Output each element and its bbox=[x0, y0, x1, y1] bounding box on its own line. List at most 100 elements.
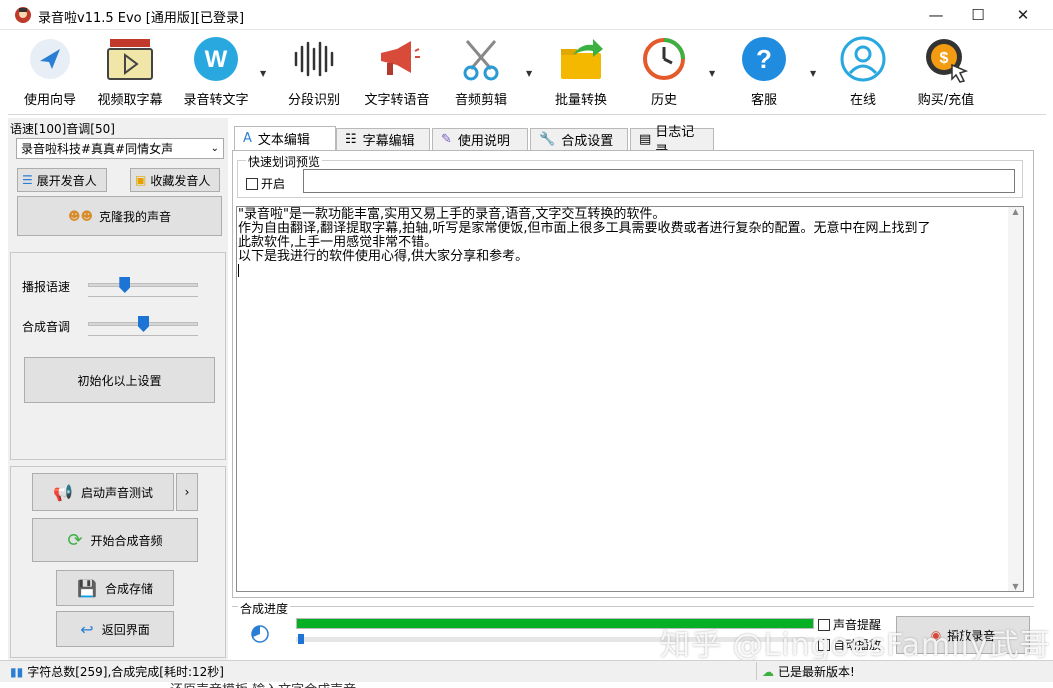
pitch-slider[interactable] bbox=[82, 313, 206, 339]
text-edit-icon: A bbox=[243, 131, 252, 146]
toolbar-audio-editing-button[interactable]: 音频剪辑 bbox=[439, 35, 523, 111]
toolbar-purchase-button[interactable]: $ 购买/充值 bbox=[904, 35, 988, 111]
enable-checkbox[interactable]: 开启 bbox=[246, 175, 285, 192]
clone-voice-button[interactable]: ☻☻ 克隆我的声音 bbox=[17, 196, 222, 236]
quick-preview-input[interactable] bbox=[303, 169, 1015, 193]
tab-subtitle-edit[interactable]: ☷ 字幕编辑 bbox=[336, 128, 430, 150]
toolbar-guide-label: 使用向导 bbox=[23, 93, 76, 108]
tab-text-edit-label: 文本编辑 bbox=[257, 133, 310, 148]
list-icon: ☷ bbox=[345, 132, 357, 147]
toolbar-batch-convert-label: 批量转换 bbox=[554, 93, 607, 108]
editor-scrollbar[interactable]: ▲ ▼ bbox=[1008, 207, 1023, 591]
toolbar-online-label: 在线 bbox=[849, 93, 876, 108]
w-logo-icon: W bbox=[192, 35, 240, 83]
save-disk-icon: 💾 bbox=[77, 578, 97, 598]
document-edit-icon: ✎ bbox=[441, 132, 452, 147]
tab-usage-guide-label: 使用说明 bbox=[457, 134, 510, 149]
editor-line: 此款软件,上手一用感觉非常不错。 bbox=[238, 235, 438, 250]
scroll-up-icon[interactable]: ▲ bbox=[1008, 207, 1023, 216]
playback-seek-thumb[interactable] bbox=[298, 634, 304, 644]
toolbar-history-label: 历史 bbox=[650, 93, 677, 108]
toolbar-segment-recognition-button[interactable]: 分段识别 bbox=[272, 35, 356, 111]
speed-slider-thumb[interactable] bbox=[119, 277, 131, 293]
synth-pitch-label: 合成音调 bbox=[22, 320, 71, 334]
expand-voices-button[interactable]: ☰ 展开发音人 bbox=[17, 168, 107, 192]
return-ui-button[interactable]: ↩ 返回界面 bbox=[56, 611, 174, 647]
favorite-voices-button[interactable]: ▣ 收藏发音人 bbox=[130, 168, 220, 192]
svg-text:?: ? bbox=[756, 44, 772, 74]
user-online-icon bbox=[839, 35, 887, 83]
toolbar-history-button[interactable]: 历史 bbox=[622, 35, 706, 111]
cloud-check-icon: ☁ bbox=[762, 664, 774, 679]
voice-test-more-button[interactable]: › bbox=[176, 473, 198, 511]
quick-preview-label: 快速划词预览 bbox=[246, 153, 323, 170]
svg-text:$: $ bbox=[940, 50, 949, 67]
editor-line: 以下是我进行的软件使用心得,供大家分享和参考。 bbox=[238, 249, 529, 264]
speed-slider[interactable] bbox=[82, 274, 206, 300]
voice-select-value: 录音啦科技#真真#同情女声 bbox=[21, 142, 174, 156]
support-dropdown-icon[interactable]: ▼ bbox=[810, 69, 816, 78]
window-title: 录音啦v11.5 Evo [通用版][已登录] bbox=[38, 11, 245, 26]
maximize-button[interactable]: ☐ bbox=[955, 0, 1001, 30]
help-question-icon: ? bbox=[740, 35, 788, 83]
toolbar-audio-to-text-label: 录音转文字 bbox=[183, 93, 249, 108]
history-clock-icon bbox=[640, 35, 688, 83]
toolbar-audio-editing-label: 音频剪辑 bbox=[454, 93, 507, 108]
status-char-count: 字符总数[259],合成完成[耗时:12秒] bbox=[27, 665, 224, 679]
scroll-down-icon[interactable]: ▼ bbox=[1008, 582, 1023, 591]
toolbar-online-button[interactable]: 在线 bbox=[821, 35, 905, 111]
app-logo-icon bbox=[14, 6, 32, 24]
chevron-down-icon: ⌄ bbox=[210, 143, 219, 154]
zhihu-watermark: 知乎 @LingoesFamily武哥 bbox=[660, 628, 1051, 663]
history-dropdown-icon[interactable]: ▼ bbox=[709, 69, 715, 78]
scissors-icon bbox=[457, 35, 505, 83]
status-left: ▮▮ 字符总数[259],合成完成[耗时:12秒] bbox=[10, 663, 224, 680]
list-icon: ☰ bbox=[22, 173, 33, 187]
bar-chart-icon: ▮▮ bbox=[10, 664, 24, 679]
pie-progress-icon bbox=[250, 624, 270, 647]
clone-voice-label: 克隆我的声音 bbox=[99, 209, 172, 224]
save-synthesis-button[interactable]: 💾 合成存储 bbox=[56, 570, 174, 606]
editor-content[interactable]: "录音啦"是一款功能丰富,实用又易上手的录音,语音,文字交互转换的软件。 作为自… bbox=[238, 208, 1006, 277]
start-voice-test-button[interactable]: 📢 启动声音测试 bbox=[32, 473, 174, 511]
megaphone-icon bbox=[373, 35, 421, 83]
voice-select[interactable]: 录音啦科技#真真#同情女声 ⌄ bbox=[16, 138, 224, 159]
tab-log[interactable]: ▤ 日志记录 bbox=[630, 125, 714, 159]
status-version: 已是最新版本! bbox=[778, 665, 855, 679]
editor-line: "录音啦"是一款功能丰富,实用又易上手的录音,语音,文字交互转换的软件。 bbox=[238, 207, 666, 222]
return-ui-label: 返回界面 bbox=[101, 622, 150, 637]
toolbar-guide-button[interactable]: 使用向导 bbox=[8, 35, 92, 111]
tab-text-edit[interactable]: A 文本编辑 bbox=[234, 126, 336, 150]
tab-usage-guide[interactable]: ✎ 使用说明 bbox=[432, 128, 528, 150]
folder-arrow-icon bbox=[557, 35, 605, 83]
editor-line: 作为自由翻译,翻译提取字幕,拍轴,听写是家常便饭,但市面上很多工具需要收费或者进… bbox=[238, 221, 931, 236]
status-right: ☁ 已是最新版本! bbox=[762, 663, 855, 680]
log-icon: ▤ bbox=[639, 132, 652, 147]
broadcast-speed-label: 播报语速 bbox=[22, 280, 71, 294]
synthesis-progress-label: 合成进度 bbox=[238, 600, 291, 617]
start-synthesis-label: 开始合成音频 bbox=[90, 533, 163, 548]
minimize-button[interactable]: — bbox=[913, 0, 959, 30]
toolbar-audio-to-text-button[interactable]: W 录音转文字 bbox=[174, 35, 258, 111]
tab-synth-settings-label: 合成设置 bbox=[561, 134, 614, 149]
pitch-slider-thumb[interactable] bbox=[138, 316, 149, 332]
toolbar-purchase-label: 购买/充值 bbox=[917, 93, 975, 108]
tab-synth-settings[interactable]: 🔧 合成设置 bbox=[530, 128, 628, 150]
text-cursor bbox=[238, 264, 239, 277]
toolbar-support-button[interactable]: ? 客服 bbox=[722, 35, 806, 111]
purchase-dollar-icon: $ bbox=[922, 35, 970, 83]
toolbar-video-subtitle-button[interactable]: 视频取字幕 bbox=[88, 35, 172, 111]
start-synthesis-button[interactable]: ⟳ 开始合成音频 bbox=[32, 518, 198, 562]
video-subtitle-icon bbox=[106, 35, 154, 83]
checkbox-box[interactable] bbox=[246, 177, 258, 190]
audio-editing-dropdown-icon[interactable]: ▼ bbox=[526, 69, 532, 78]
audio-to-text-dropdown-icon[interactable]: ▼ bbox=[260, 69, 266, 78]
enable-checkbox-label: 开启 bbox=[261, 177, 286, 191]
reset-settings-button[interactable]: 初始化以上设置 bbox=[24, 357, 215, 403]
save-synthesis-label: 合成存储 bbox=[104, 581, 153, 596]
people-icon: ☻☻ bbox=[67, 209, 93, 223]
favorite-box-icon: ▣ bbox=[135, 173, 147, 187]
close-button[interactable]: ✕ bbox=[1000, 0, 1046, 30]
toolbar-batch-convert-button[interactable]: 批量转换 bbox=[539, 35, 623, 111]
toolbar-text-to-speech-button[interactable]: 文字转语音 bbox=[355, 35, 439, 111]
